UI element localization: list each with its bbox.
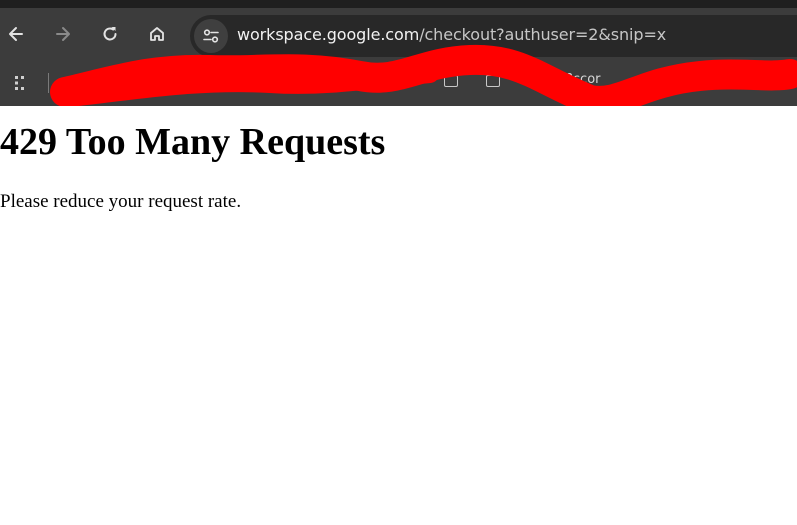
home-button[interactable] xyxy=(143,20,171,48)
home-icon xyxy=(150,27,164,41)
reload-button[interactable] xyxy=(96,20,124,48)
error-message: Please reduce your request rate. xyxy=(0,191,242,212)
address-bar[interactable]: workspace.google.com/checkout?authuser=2… xyxy=(190,15,797,57)
back-button[interactable] xyxy=(2,20,30,48)
bookmark-label[interactable]: ?ccor xyxy=(566,72,601,87)
bookmarks-bar: ?ccor xyxy=(0,64,797,106)
url-path: /checkout?authuser=2&snip=x xyxy=(419,25,667,44)
page-title: 429 Too Many Requests xyxy=(0,121,386,163)
forward-button[interactable] xyxy=(49,20,77,48)
arrow-right-icon xyxy=(56,27,70,41)
site-info-button[interactable] xyxy=(194,19,228,53)
bookmarks-divider xyxy=(48,73,49,93)
tune-icon xyxy=(203,29,219,43)
page-body: 429 Too Many Requests Please reduce your… xyxy=(0,106,797,525)
bookmark-folder-icon[interactable] xyxy=(444,75,458,87)
bookmark-folder-icon[interactable] xyxy=(486,75,500,87)
arrow-left-icon xyxy=(9,27,23,41)
browser-toolbar: workspace.google.com/checkout?authuser=2… xyxy=(0,8,797,64)
reload-icon xyxy=(103,27,117,41)
apps-grid-icon[interactable] xyxy=(12,74,30,92)
url-host: workspace.google.com xyxy=(237,25,420,44)
browser-chrome: workspace.google.com/checkout?authuser=2… xyxy=(0,0,797,116)
url-text[interactable]: workspace.google.com/checkout?authuser=2… xyxy=(237,25,666,44)
tab-strip xyxy=(0,0,797,8)
